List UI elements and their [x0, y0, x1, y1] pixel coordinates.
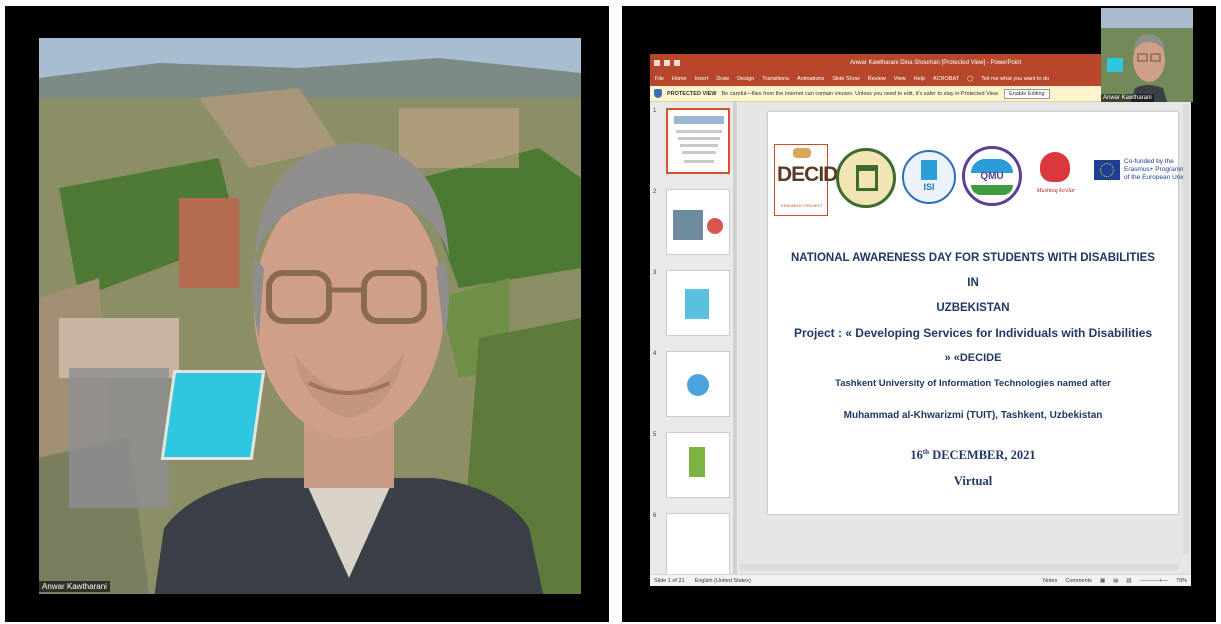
thumbnail-number: 3: [653, 270, 657, 276]
isi-logo-text: ISI: [923, 182, 935, 192]
eu-caption-line: Erasmus+ Programme: [1124, 166, 1190, 173]
university-seal-logo: [836, 148, 896, 208]
reading-view-icon[interactable]: ▥: [1126, 578, 1131, 584]
eu-caption-line: of the European Union: [1124, 174, 1190, 181]
slide-thumbnail-5[interactable]: [666, 432, 730, 498]
current-slide[interactable]: DECIDE ERASMUS+ PROJECT ISI QMU Mushtoq …: [768, 112, 1189, 514]
thumbnail-number: 2: [653, 189, 657, 195]
slide-thumbnail-pane[interactable]: 1 2 3 4 5 6: [650, 102, 738, 574]
thumbnail-number: 6: [653, 513, 657, 519]
screen-share-tile[interactable]: Anwar Kawtharani Dina Shouman [Protected…: [622, 6, 1216, 622]
tab-view[interactable]: View: [894, 76, 906, 82]
participant-video-feed: Anwar Kawtharani: [39, 38, 581, 594]
tab-home[interactable]: Home: [672, 76, 687, 82]
slide-sorter-icon[interactable]: ▤: [1113, 578, 1118, 584]
tab-acrobat[interactable]: ACROBAT: [933, 76, 959, 82]
slide-thumbnail-4[interactable]: [666, 351, 730, 417]
isi-logo: ISI: [902, 150, 956, 204]
thumbnail-number: 4: [653, 351, 657, 357]
tell-me-search[interactable]: Tell me what you want to do: [981, 76, 1049, 82]
building-icon: [856, 165, 878, 191]
tab-help[interactable]: Help: [914, 76, 925, 82]
isi-emblem-icon: [921, 160, 937, 180]
ppt-body: 1 2 3 4 5 6 DECIDE ERASMUS+ PROJECT ISI …: [650, 102, 1191, 574]
thumbnail-number: 1: [653, 108, 657, 114]
participant-name-label: Anwar Kawtharani: [39, 581, 110, 592]
qmu-logo-text: QMU: [980, 171, 1004, 182]
zoom-level[interactable]: 79%: [1176, 578, 1187, 584]
slide-date-day: 16: [910, 448, 923, 463]
notes-button[interactable]: Notes: [1043, 578, 1057, 584]
slide-logos-row: DECIDE ERASMUS+ PROJECT ISI QMU Mushtoq …: [774, 142, 1189, 222]
status-slide-count: Slide 1 of 21: [654, 577, 685, 584]
tab-file[interactable]: File: [655, 76, 664, 82]
slide-project-line-2: » «DECIDE: [944, 352, 1002, 364]
undo-icon[interactable]: [664, 60, 670, 66]
slide-thumbnail-6[interactable]: [666, 513, 730, 574]
pip-participant-video[interactable]: Anwar Kawtharani: [1101, 8, 1193, 102]
tab-review[interactable]: Review: [868, 76, 886, 82]
slide-university-line-2: Muhammad al-Khwarizmi (TUIT), Tashkent, …: [843, 410, 1103, 421]
ppt-status-bar: Slide 1 of 21 English (United States) No…: [650, 574, 1191, 586]
eu-cofunded-caption: Co-funded by the Erasmus+ Programme of t…: [1124, 158, 1191, 182]
eu-flag-icon: [1094, 160, 1120, 180]
slide-university-line-1: Tashkent University of Information Techn…: [835, 378, 1111, 389]
qmu-logo: QMU: [962, 146, 1022, 206]
tab-draw[interactable]: Draw: [716, 76, 729, 82]
tab-slide-show[interactable]: Slide Show: [832, 76, 860, 82]
participant-video-tile[interactable]: Anwar Kawtharani: [5, 6, 609, 622]
normal-view-icon[interactable]: ▦: [1100, 578, 1105, 584]
shield-icon: [654, 89, 662, 98]
comments-button[interactable]: Comments: [1065, 578, 1092, 584]
redo-icon[interactable]: [674, 60, 680, 66]
slide-date: 16th DECEMBER, 2021: [768, 448, 1178, 463]
slide-editor-area: DECIDE ERASMUS+ PROJECT ISI QMU Mushtoq …: [738, 102, 1191, 574]
horizontal-scrollbar[interactable]: [740, 564, 1179, 570]
mushtoq-kozlar-logo: Mushtoq ko'zlar: [1030, 152, 1082, 212]
tab-design[interactable]: Design: [737, 76, 754, 82]
protected-view-message: Be careful—files from the Internet can c…: [721, 90, 1000, 97]
pip-video-feed: [1101, 8, 1193, 102]
slide-project-line: Project : « Developing Services for Indi…: [793, 326, 1153, 340]
tab-transitions[interactable]: Transitions: [762, 76, 789, 82]
video-call-stage: Anwar Kawtharani Anwar Kawtharani Dina S…: [0, 0, 1221, 624]
slide-title-line-1: NATIONAL AWARENESS DAY FOR STUDENTS WITH…: [791, 252, 1155, 264]
pip-participant-name: Anwar Kawtharani: [1101, 94, 1154, 102]
decide-logo-subtitle: ERASMUS+ PROJECT: [781, 203, 823, 208]
eu-caption-line: Co-funded by the: [1124, 158, 1174, 165]
zoom-slider[interactable]: −———+—: [1140, 578, 1168, 584]
decide-logo: DECIDE ERASMUS+ PROJECT: [774, 144, 851, 216]
protected-view-label: PROTECTED VIEW: [667, 90, 717, 97]
decide-logo-text: DECIDE: [777, 163, 851, 186]
slide-title-line-3: UZBEKISTAN: [936, 302, 1010, 314]
mushtoq-logo-text: Mushtoq ko'zlar: [1036, 188, 1076, 194]
tab-insert[interactable]: Insert: [695, 76, 709, 82]
enable-editing-button[interactable]: Enable Editing: [1004, 88, 1050, 99]
heart-hand-icon: [1040, 152, 1070, 182]
powerpoint-window: Anwar Kawtharani Dina Shouman [Protected…: [650, 54, 1191, 586]
slide-title-line-2: IN: [967, 277, 979, 289]
participant-person: [154, 143, 544, 594]
status-language[interactable]: English (United States): [695, 578, 751, 584]
key-icon: [793, 148, 811, 158]
status-right-group: Notes Comments ▦ ▤ ▥ −———+— 79%: [1043, 578, 1187, 584]
slide-mode: Virtual: [953, 474, 993, 488]
quick-access-toolbar: [650, 60, 680, 66]
qmu-flag-bottom: [971, 185, 1013, 195]
thumbnail-number: 5: [653, 432, 657, 438]
save-icon[interactable]: [654, 60, 660, 66]
thumbnail-scrollbar[interactable]: [733, 102, 737, 574]
tab-animations[interactable]: Animations: [797, 76, 824, 82]
slide-date-rest: DECEMBER, 2021: [929, 448, 1036, 463]
slide-thumbnail-1[interactable]: [666, 108, 730, 174]
lightbulb-icon: ◯: [967, 76, 974, 82]
slide-thumbnail-3[interactable]: [666, 270, 730, 336]
slide-thumbnail-2[interactable]: [666, 189, 730, 255]
vertical-scrollbar[interactable]: [1183, 104, 1189, 554]
